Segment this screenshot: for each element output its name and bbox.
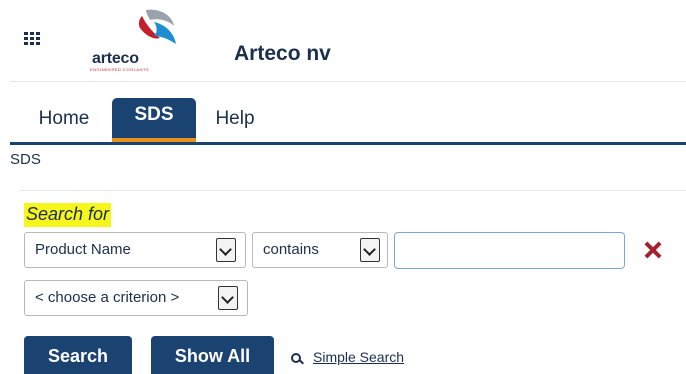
simple-search-link[interactable]: Simple Search — [313, 349, 404, 365]
field-select[interactable]: Product Name — [24, 232, 246, 268]
search-value-input[interactable] — [394, 232, 625, 269]
chevron-down-icon[interactable] — [216, 238, 236, 262]
criterion-select[interactable]: < choose a criterion > — [24, 280, 248, 316]
search-for-heading: Search for — [24, 203, 112, 227]
show-all-button[interactable]: Show All — [151, 336, 274, 374]
tab-sds[interactable]: SDS — [112, 98, 196, 140]
logo-text: arteco — [92, 50, 139, 67]
search-icon[interactable] — [290, 352, 304, 366]
chevron-down-icon[interactable] — [218, 286, 238, 310]
section-divider — [20, 190, 686, 191]
operator-select-value: contains — [263, 241, 319, 258]
tab-home[interactable]: Home — [22, 98, 106, 140]
header-divider — [10, 81, 686, 82]
logo-tagline: ENGINEERED COOLANTS — [90, 67, 150, 72]
tab-help[interactable]: Help — [202, 98, 268, 140]
search-button[interactable]: Search — [24, 336, 132, 374]
company-name: Arteco nv — [234, 42, 331, 65]
criterion-select-value: < choose a criterion > — [35, 289, 180, 306]
logo-mark-icon — [138, 9, 176, 44]
apps-grid-icon[interactable] — [24, 32, 42, 46]
field-select-value: Product Name — [35, 241, 131, 258]
breadcrumb: SDS — [10, 151, 41, 168]
company-logo[interactable]: arteco ENGINEERED COOLANTS — [88, 6, 188, 72]
operator-select[interactable]: contains — [252, 232, 388, 268]
close-icon[interactable] — [640, 236, 666, 264]
chevron-down-icon[interactable] — [360, 238, 380, 262]
tabs-divider — [10, 142, 686, 145]
